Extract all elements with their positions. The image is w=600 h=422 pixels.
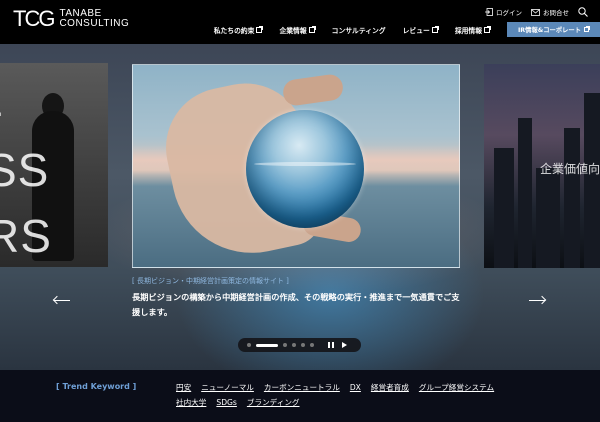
next-slide-button[interactable]: [529, 295, 547, 306]
pause-icon[interactable]: [328, 342, 334, 348]
search-icon: [578, 7, 588, 17]
nav-review-label: レビュー: [402, 26, 430, 35]
pager-dot-active[interactable]: [256, 343, 278, 347]
thumb-image: [281, 72, 345, 108]
login-label: ログイン: [496, 9, 522, 17]
nav-promise[interactable]: 私たちの約束: [213, 25, 264, 35]
slide-next[interactable]: 企業価値向: [484, 64, 600, 268]
nav-consulting[interactable]: コンサルティング: [332, 25, 386, 35]
skyline-image: [564, 128, 580, 268]
external-link-icon: [256, 25, 264, 33]
slide-current[interactable]: [132, 64, 460, 268]
keyword-link[interactable]: ブランディング: [247, 397, 300, 408]
skyline-image: [584, 93, 600, 268]
nav-company-label: 企業情報: [279, 26, 307, 35]
carousel-pager: [238, 338, 361, 352]
play-icon[interactable]: [342, 342, 347, 348]
trend-keyword-list: 円安 ニューノーマル カーボンニュートラル DX 経営者育成 グループ経営システ…: [176, 382, 516, 408]
crystal-ball-image: [246, 110, 364, 228]
nav-promise-label: 私たちの約束: [213, 26, 255, 35]
site-header: TCG TANABE CONSULTING ログイン お問合せ 私たちの約束 企…: [0, 0, 600, 44]
login-icon: [485, 8, 493, 16]
pager-dot[interactable]: [292, 343, 296, 347]
search-button[interactable]: [578, 7, 588, 17]
ir-corporate-button[interactable]: IR情報&コーポレート: [507, 22, 600, 37]
slide-right-caption: 企業価値向: [540, 162, 600, 176]
contact-label: お問合せ: [543, 9, 569, 17]
keyword-link[interactable]: グループ経営システム: [419, 382, 494, 393]
slide-previous[interactable]: E SS RS: [0, 63, 108, 267]
trend-keyword-title: [ Trend Keyword ]: [56, 382, 137, 391]
nav-recruit[interactable]: 採用情報: [454, 25, 491, 35]
pager-dot[interactable]: [283, 343, 287, 347]
main-nav: 私たちの約束 企業情報 コンサルティング レビュー 採用情報 IR情報&コーポレ…: [214, 22, 600, 37]
ir-button-label: IR情報&コーポレート: [517, 27, 582, 34]
logo-text: TANABE CONSULTING: [59, 9, 129, 29]
slide-left-text-1: E: [0, 77, 4, 123]
login-link[interactable]: ログイン: [485, 7, 522, 17]
keyword-link[interactable]: 社内大学: [176, 397, 206, 408]
logo-mark: TCG: [13, 6, 55, 31]
external-link-icon: [431, 25, 439, 33]
pager-dot[interactable]: [247, 343, 251, 347]
keyword-link[interactable]: ニューノーマル: [201, 382, 254, 393]
slide-left-text-2: SS: [0, 144, 50, 196]
slide-tag[interactable]: [ 長期ビジョン・中期経営計画策定の情報サイト ]: [132, 276, 289, 286]
keyword-link[interactable]: 円安: [176, 382, 191, 393]
skyline-image: [518, 118, 532, 268]
nav-company[interactable]: 企業情報: [279, 25, 316, 35]
utility-nav: ログイン お問合せ: [485, 7, 588, 17]
external-link-icon: [584, 26, 591, 32]
trend-keyword-bar: [ Trend Keyword ] 円安 ニューノーマル カーボンニュートラル …: [0, 370, 600, 422]
pager-dot[interactable]: [310, 343, 314, 347]
keyword-link[interactable]: カーボンニュートラル: [264, 382, 340, 393]
nav-recruit-label: 採用情報: [454, 26, 482, 35]
slide-description[interactable]: 長期ビジョンの構築から中期経営計画の作成、その戦略の実行・推進まで一気通貫でご支…: [132, 290, 462, 320]
nav-consulting-label: コンサルティング: [331, 26, 386, 35]
keyword-link[interactable]: DX: [350, 382, 361, 393]
contact-link[interactable]: お問合せ: [531, 7, 569, 17]
external-link-icon: [308, 25, 316, 33]
nav-review[interactable]: レビュー: [402, 25, 439, 35]
keyword-link[interactable]: SDGs: [216, 397, 237, 408]
keyword-link[interactable]: 経営者育成: [371, 382, 409, 393]
hero-carousel: E SS RS 企業価値向 [ 長期ビジョン・中期経営計画策定の情報サイト ] …: [0, 44, 600, 370]
slide-left-text-3: RS: [0, 210, 52, 262]
pager-dot[interactable]: [301, 343, 305, 347]
prev-slide-button[interactable]: [52, 295, 72, 306]
logo[interactable]: TCG TANABE CONSULTING: [13, 8, 129, 30]
logo-line2: CONSULTING: [59, 18, 130, 29]
skyline-image: [536, 168, 560, 268]
mail-icon: [531, 8, 540, 16]
external-link-icon: [484, 25, 491, 33]
skyline-image: [494, 148, 514, 268]
